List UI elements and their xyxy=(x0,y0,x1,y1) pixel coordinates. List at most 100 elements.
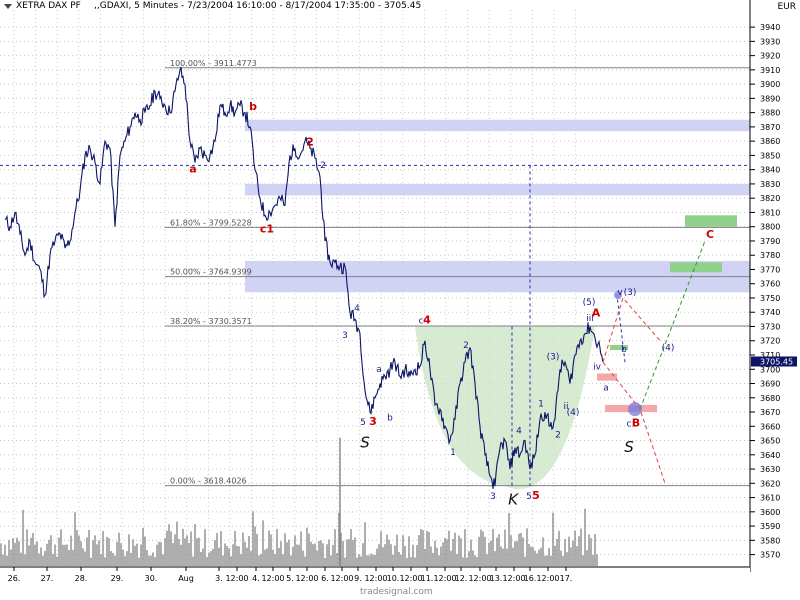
wave-label: B xyxy=(632,416,640,429)
header-symbol: XETRA DAX PF xyxy=(16,1,81,11)
wave-label: 5 xyxy=(526,492,532,502)
wave-label: b xyxy=(249,100,257,113)
y-tick-label: 3690 xyxy=(760,380,780,389)
fib-label: 38.20% - 3730.3571 xyxy=(170,317,252,326)
x-tick-label: 9. xyxy=(354,574,362,583)
wave-label: 2 xyxy=(306,135,314,148)
currency-label: EUR xyxy=(777,2,796,12)
x-tick-label: 12:00 xyxy=(364,574,387,583)
wave-label: A xyxy=(592,307,601,320)
x-tick-label: 12:00 xyxy=(261,574,284,583)
chart-canvas: 100.00% - 3911.477361.80% - 3799.522850.… xyxy=(0,0,800,600)
y-tick-label: 3570 xyxy=(760,551,780,560)
pattern-label: S xyxy=(360,434,370,452)
x-tick-label: 6. xyxy=(321,574,329,583)
header-menu-icon[interactable] xyxy=(4,4,12,9)
y-tick-label: 3830 xyxy=(760,180,780,189)
last-price-label: 3705.45 xyxy=(760,357,793,366)
y-tick-label: 3880 xyxy=(760,109,780,118)
pivot-marker xyxy=(628,402,642,417)
y-tick-label: 3620 xyxy=(760,479,780,488)
y-tick-label: 3920 xyxy=(760,52,780,61)
y-tick-label: 3770 xyxy=(760,265,780,274)
wave-label: 2 xyxy=(320,161,326,171)
x-tick-label: 26. xyxy=(8,574,21,583)
wave-label: iv xyxy=(593,362,602,372)
x-tick-label: 12:00 xyxy=(468,574,491,583)
y-tick-label: 3680 xyxy=(760,394,780,403)
y-tick-label: 3750 xyxy=(760,294,780,303)
x-tick-label: 10. xyxy=(387,574,400,583)
wave-label: 3 xyxy=(490,492,496,502)
y-tick-label: 3640 xyxy=(760,451,780,460)
wave-label: 3 xyxy=(342,331,348,341)
wave-label: b xyxy=(387,414,393,424)
y-tick-label: 3850 xyxy=(760,151,780,160)
fib-label: 50.00% - 3764.9399 xyxy=(170,268,252,277)
wave-label: 2 xyxy=(463,341,469,351)
x-tick-label: 12:00 xyxy=(399,574,422,583)
wave-label: c1 xyxy=(260,222,274,235)
y-tick-label: 3730 xyxy=(760,322,780,331)
wave-label: b xyxy=(621,345,627,355)
y-tick-label: 3720 xyxy=(760,337,780,346)
y-tick-label: 3790 xyxy=(760,237,780,246)
wave-label: c xyxy=(627,419,632,429)
x-tick-label: 16. xyxy=(524,574,537,583)
y-tick-label: 3890 xyxy=(760,94,780,103)
target-zone xyxy=(685,215,737,227)
wave-label: 5 xyxy=(532,489,540,502)
wave-label: 3 xyxy=(369,415,377,428)
wave-label: C xyxy=(706,228,714,241)
y-tick-label: 3860 xyxy=(760,137,780,146)
wave-label: 5 xyxy=(360,418,366,428)
y-tick-label: 3700 xyxy=(760,365,780,374)
y-tick-label: 3600 xyxy=(760,508,780,517)
x-tick-label: 12:00 xyxy=(433,574,456,583)
x-tick-label: 17. xyxy=(560,574,573,583)
pattern-label: S xyxy=(624,438,634,456)
wave-label: (4) xyxy=(567,408,580,418)
watermark: tradesignal.com xyxy=(360,587,433,597)
x-tick-label: 28. xyxy=(75,574,88,583)
fib-label: 61.80% - 3799.5228 xyxy=(170,218,252,227)
x-tick-label: 13. xyxy=(490,574,503,583)
x-tick-label: 12:00 xyxy=(295,574,318,583)
pattern-label: K xyxy=(508,491,519,509)
y-tick-label: 3930 xyxy=(760,37,780,46)
y-tick-label: 3900 xyxy=(760,80,780,89)
wave-label: 4 xyxy=(516,426,522,436)
y-tick-label: 3650 xyxy=(760,437,780,446)
y-tick-label: 3590 xyxy=(760,522,780,531)
y-tick-label: 3780 xyxy=(760,251,780,260)
y-tick-label: 3740 xyxy=(760,308,780,317)
wave-label: v xyxy=(617,288,623,298)
wave-label: a xyxy=(376,365,382,375)
wave-label: (4) xyxy=(662,344,675,354)
x-tick-label: 29. xyxy=(111,574,124,583)
y-tick-label: 3660 xyxy=(760,422,780,431)
fib-label: 100.00% - 3911.4773 xyxy=(170,59,257,68)
y-tick-label: 3820 xyxy=(760,194,780,203)
wave-label: a xyxy=(603,384,609,394)
x-tick-label: 11. xyxy=(421,574,434,583)
y-tick-label: 3870 xyxy=(760,123,780,132)
x-tick-label: 4. xyxy=(252,574,260,583)
wave-label: (3) xyxy=(624,288,637,298)
y-tick-label: 3610 xyxy=(760,494,780,503)
x-tick-label: 12. xyxy=(455,574,468,583)
x-tick-label: 12:00 xyxy=(225,574,248,583)
x-tick-label: 27. xyxy=(41,574,54,583)
y-tick-label: 3580 xyxy=(760,536,780,545)
chart-root: 100.00% - 3911.4773 61.80% - 3799.5228 50.… xyxy=(0,0,800,600)
wave-label: 4 xyxy=(423,314,431,327)
fib-label: 0.00% - 3618.4026 xyxy=(170,477,247,486)
wave-label: (3) xyxy=(547,352,560,362)
x-tick-label: 5. xyxy=(286,574,294,583)
resistance-zone xyxy=(245,119,750,132)
y-tick-label: 3800 xyxy=(760,223,780,232)
wave-label: 1 xyxy=(450,448,456,458)
x-tick-label: 30. xyxy=(145,574,158,583)
x-tick-label: Aug xyxy=(178,574,194,583)
y-tick-label: 3940 xyxy=(760,23,780,32)
